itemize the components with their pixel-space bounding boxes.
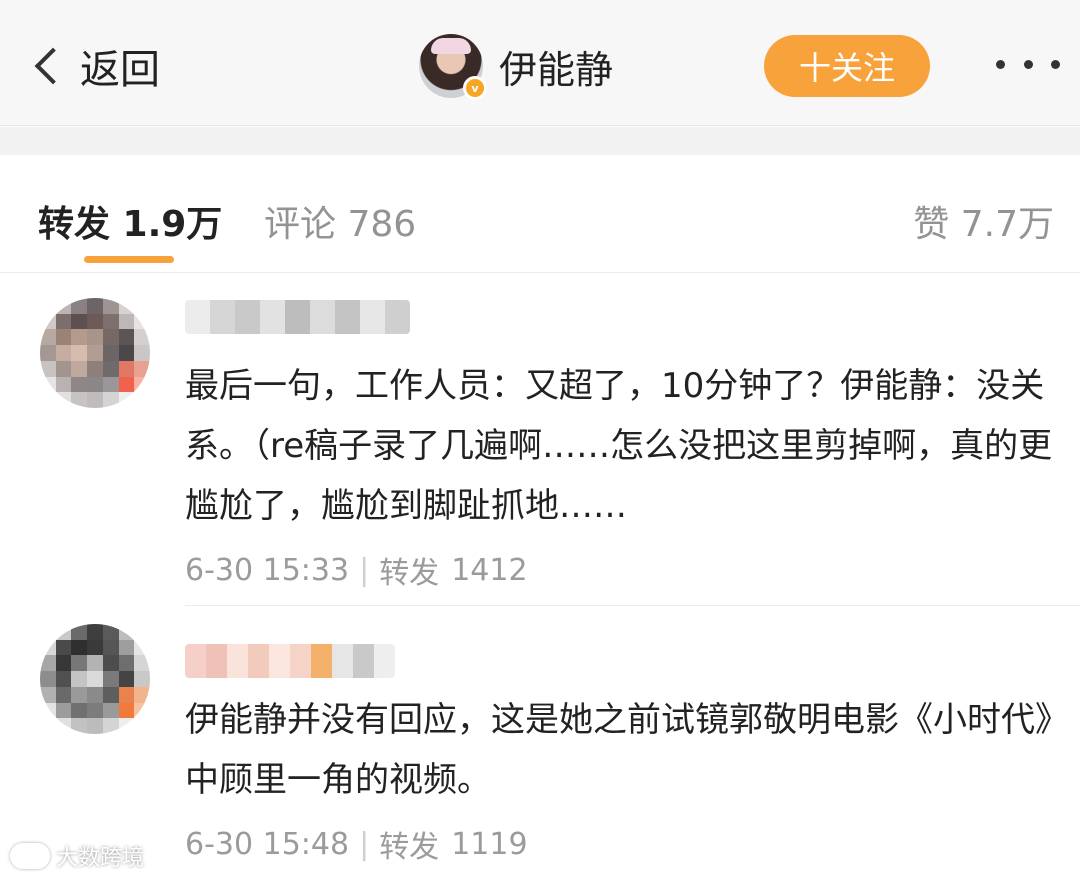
dot: [996, 60, 1005, 69]
dot: [1023, 60, 1033, 69]
avatar[interactable]: v: [419, 34, 487, 100]
chevron-left-icon: [34, 47, 72, 85]
back-button[interactable]: 返回: [28, 38, 160, 94]
list-item[interactable]: 伊能静并没有回应，这是她之前试镜郭敬明电影《小时代》中顾里一角的视频。 6-30…: [0, 606, 1080, 877]
meta-divider: |: [359, 826, 370, 862]
repost-link[interactable]: 转发: [379, 822, 439, 866]
back-label: 返回: [80, 47, 160, 93]
verified-badge-icon: v: [463, 76, 487, 100]
username-pixelated[interactable]: [185, 644, 395, 678]
profile-header[interactable]: v 伊能静: [419, 34, 614, 100]
tab-comment[interactable]: 评论 786: [264, 195, 416, 247]
list-item[interactable]: 最后一句，工作人员：又超了，10分钟了？伊能静：没关系。（re稿子录了几遍啊………: [0, 274, 1080, 606]
repost-meta: 6-30 15:33 | 转发 1412: [185, 548, 528, 592]
tab-like[interactable]: 赞 7.7万: [913, 195, 1054, 247]
tab-repost[interactable]: 转发 1.9万: [38, 195, 222, 247]
tab-bar: 转发 1.9万 评论 786 赞 7.7万: [0, 155, 1080, 273]
repost-text: 最后一句，工作人员：又超了，10分钟了？伊能静：没关系。（re稿子录了几遍啊………: [185, 366, 1053, 526]
watermark-logo-icon: [10, 843, 50, 869]
repost-count: 1412: [451, 552, 528, 588]
repost-text: 伊能静并没有回应，这是她之前试镜郭敬明电影《小时代》中顾里一角的视频。: [185, 700, 1052, 800]
section-separator: [0, 127, 1080, 155]
repost-meta: 6-30 15:48 | 转发 1119: [185, 822, 528, 866]
more-dots-icon[interactable]: [996, 60, 1060, 72]
follow-button[interactable]: 十关注: [764, 35, 930, 97]
dot: [1051, 60, 1060, 69]
watermark: 大数跨境: [10, 840, 144, 872]
meta-divider: |: [359, 552, 370, 588]
repost-count: 1119: [451, 826, 528, 862]
avatar-cap-detail: [431, 38, 471, 54]
active-tab-indicator: [84, 256, 174, 263]
timestamp: 6-30 15:33: [185, 552, 350, 588]
top-nav-bar: 返回 v 伊能静 十关注: [0, 0, 1080, 126]
avatar-pixelated[interactable]: [40, 298, 150, 408]
avatar-pixelated[interactable]: [40, 624, 150, 734]
profile-name: 伊能静: [499, 47, 614, 92]
repost-link[interactable]: 转发: [379, 548, 439, 592]
username-pixelated[interactable]: [185, 300, 410, 334]
timestamp: 6-30 15:48: [185, 826, 350, 862]
watermark-text: 大数跨境: [56, 846, 145, 871]
